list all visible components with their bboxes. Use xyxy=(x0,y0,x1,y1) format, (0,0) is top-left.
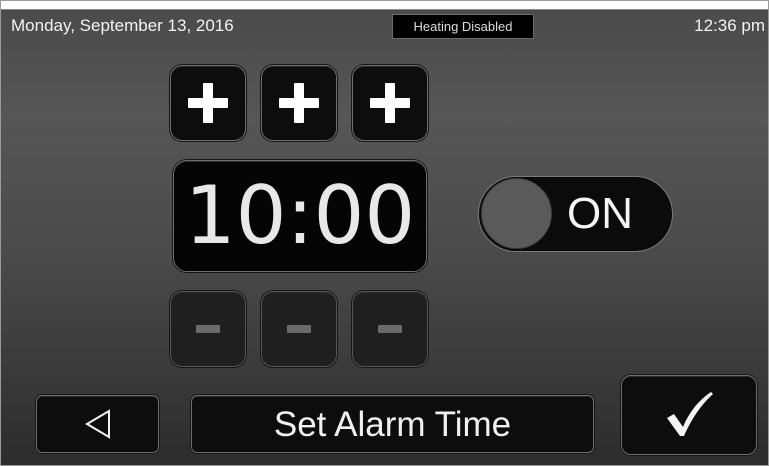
hour-units-decrement-button[interactable] xyxy=(261,291,337,367)
hour-tens-decrement-button[interactable] xyxy=(170,291,246,367)
confirm-button[interactable] xyxy=(621,375,757,455)
top-strip xyxy=(1,1,768,10)
plus-icon xyxy=(279,83,319,123)
minus-icon xyxy=(287,325,311,333)
alarm-time-value: 10:00 xyxy=(184,169,416,262)
status-time: 12:36 pm xyxy=(694,16,765,35)
status-bar: Monday, September 13, 2016 Heating Disab… xyxy=(1,10,768,46)
screen-title: Set Alarm Time xyxy=(273,405,512,444)
alarm-screen: Monday, September 13, 2016 Heating Disab… xyxy=(0,0,769,466)
alarm-enable-toggle[interactable]: ON xyxy=(478,176,673,252)
minus-icon xyxy=(378,325,402,333)
alarm-time-display: 10:00 xyxy=(173,160,427,272)
plus-icon xyxy=(370,83,410,123)
checkmark-icon xyxy=(667,392,713,436)
plus-icon xyxy=(188,83,228,123)
minute-decrement-button[interactable] xyxy=(352,291,428,367)
back-triangle-icon xyxy=(84,409,110,439)
screen-title-box: Set Alarm Time xyxy=(191,395,594,453)
hour-units-increment-button[interactable] xyxy=(261,65,337,141)
minus-icon xyxy=(196,325,220,333)
hour-tens-increment-button[interactable] xyxy=(170,65,246,141)
back-button[interactable] xyxy=(36,395,159,453)
heating-status-badge: Heating Disabled xyxy=(392,14,534,39)
toggle-knob xyxy=(481,178,552,249)
minute-increment-button[interactable] xyxy=(352,65,428,141)
status-date: Monday, September 13, 2016 xyxy=(11,16,234,35)
toggle-state-label: ON xyxy=(567,189,633,238)
